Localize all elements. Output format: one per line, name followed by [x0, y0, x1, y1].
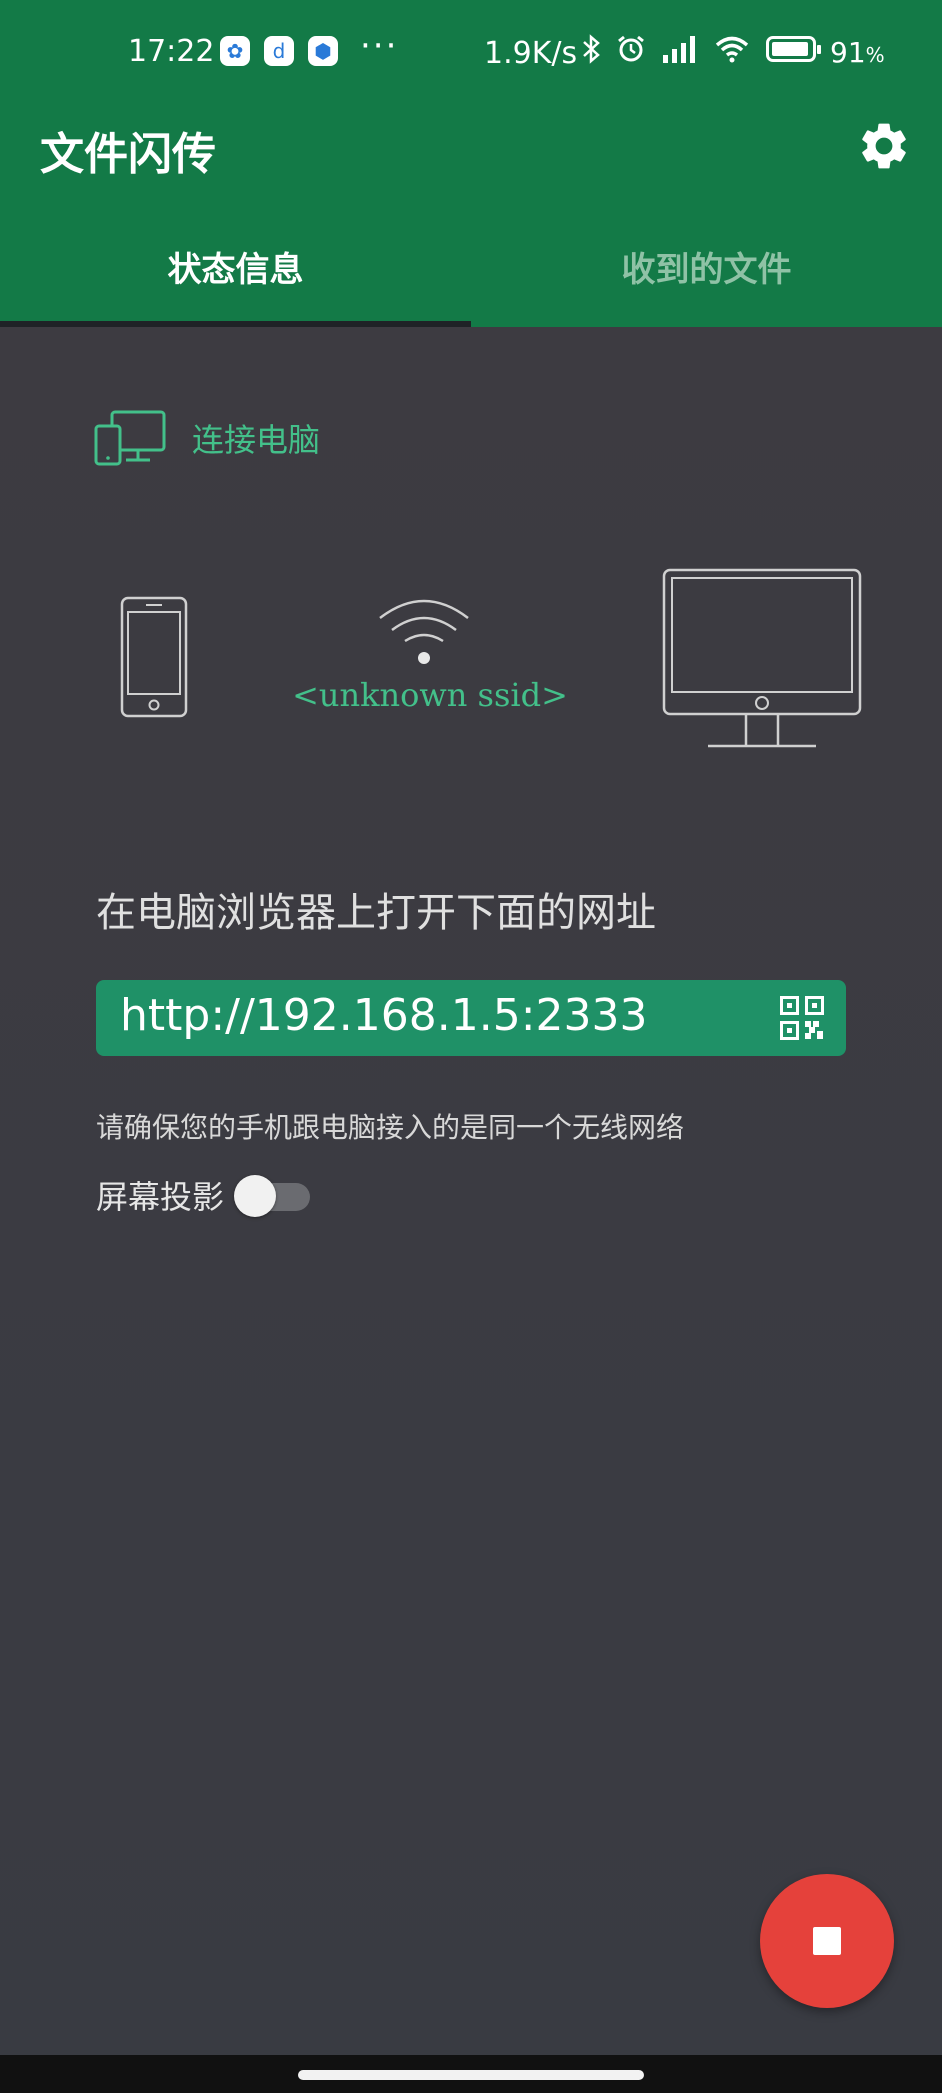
- tab-status-info[interactable]: 状态信息: [0, 242, 471, 291]
- wifi-icon: [379, 599, 469, 664]
- app-bar: 17:22 ✿ d ⬢ ··· 1.9K/s 91% 文件闪传 状态信息 收到的…: [0, 0, 942, 327]
- open-url-instruction: 在电脑浏览器上打开下面的网址: [96, 890, 656, 936]
- bluetooth-icon: [583, 34, 600, 64]
- screen-cast-row: 屏幕投影: [96, 1172, 314, 1218]
- phone-icon: [120, 596, 188, 718]
- notification-app-icon: ✿: [220, 36, 250, 66]
- toggle-thumb: [234, 1175, 277, 1217]
- alarm-icon: [618, 35, 644, 62]
- connect-computer-row: 连接电脑: [94, 410, 320, 466]
- gear-icon[interactable]: [856, 118, 912, 174]
- stop-icon: [813, 1927, 841, 1955]
- home-gesture-handle[interactable]: [298, 2070, 644, 2080]
- battery-icon: [766, 36, 821, 62]
- status-time: 17:22: [128, 34, 215, 69]
- status-bar: 17:22 ✿ d ⬢ ··· 1.9K/s 91%: [0, 0, 942, 104]
- screen-cast-label: 屏幕投影: [96, 1178, 225, 1216]
- notification-icons: ✿ d ⬢: [220, 36, 338, 66]
- wifi-ssid: <unknown ssid>: [292, 676, 568, 714]
- server-url[interactable]: http://192.168.1.5:2333: [120, 990, 648, 1041]
- server-url-box[interactable]: http://192.168.1.5:2333: [96, 980, 846, 1056]
- screen-cast-toggle[interactable]: [234, 1173, 314, 1217]
- wifi-status-icon: [715, 36, 749, 63]
- notification-app-icon: d: [264, 36, 294, 66]
- network-speed: 1.9K/s: [484, 36, 578, 71]
- same-network-note: 请确保您的手机跟电脑接入的是同一个无线网络: [96, 1111, 685, 1144]
- connect-computer-label: 连接电脑: [192, 421, 321, 459]
- monitor-icon: [662, 568, 862, 748]
- system-nav-bar: [0, 2055, 942, 2093]
- signal-icon: [663, 36, 695, 63]
- devices-icon: [94, 410, 166, 466]
- more-notifications-icon: ···: [360, 26, 399, 66]
- battery-percent: 91%: [830, 36, 885, 69]
- stop-server-button[interactable]: [760, 1874, 894, 2008]
- system-icons: [582, 34, 821, 64]
- app-title: 文件闪传: [40, 129, 216, 180]
- qr-code-icon[interactable]: [780, 996, 824, 1040]
- notification-app-icon: ⬢: [308, 36, 338, 66]
- tab-received-files[interactable]: 收到的文件: [471, 242, 942, 291]
